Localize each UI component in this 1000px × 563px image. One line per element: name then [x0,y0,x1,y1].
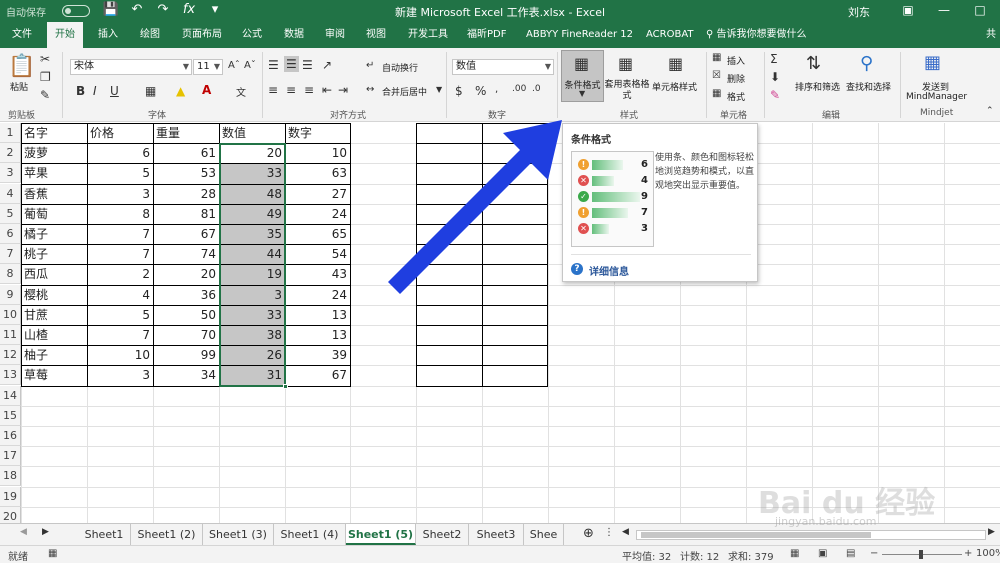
data-bar [592,160,623,170]
sheet-tab[interactable]: Sheet1 (2) [131,524,203,545]
add-sheet-icon[interactable]: ⊕ [583,526,594,541]
zoom-level[interactable]: 100% [976,548,1000,559]
status-average: 平均值: 32 [622,552,672,563]
status-icon: ! [578,207,589,218]
sheet-tab[interactable]: Shee [524,524,564,545]
tooltip-more-info-link[interactable]: 详细信息 [589,263,629,278]
zoom-in-icon[interactable]: + [964,548,972,559]
status-bar: 就绪 ▦ 平均值: 32 计数: 12 求和: 379 ▦ ▣ ▤ − + 10… [0,545,1000,563]
arrow-shape [388,120,562,294]
preview-row: ! 6 [578,158,648,172]
tooltip-preview: ! 6 ✕ 4 ✓ 9! 7 ✕ 3 [571,151,654,247]
preview-value: 9 [641,191,648,202]
data-bar [592,192,640,202]
sheet-tab[interactable]: Sheet2 [416,524,469,545]
preview-row: ! 7 [578,206,648,220]
zoom-slider-thumb[interactable] [919,550,923,559]
hscroll-right-icon[interactable]: ▶ [988,527,995,537]
divider [571,254,751,255]
accessibility-icon[interactable]: ▦ [48,548,57,559]
page-break-view-icon[interactable]: ▤ [846,548,855,559]
status-icon: ✕ [578,223,589,234]
tooltip-description: 使用条、颜色和图标轻松地浏览趋势和模式，以直观地突出显示重要值。 [655,153,755,191]
sheet-tab[interactable]: Sheet1 (5) [346,524,416,545]
status-sum: 求和: 379 [728,552,774,563]
preview-row: ✕ 4 [578,174,648,188]
more-sheets-icon[interactable]: ⋮ [604,527,614,538]
help-icon[interactable]: ? [571,263,583,275]
scroll-right-icon[interactable]: ▶ [42,527,49,537]
status-icon: ✕ [578,175,589,186]
status-count: 计数: 12 [680,552,720,563]
conditional-formatting-tooltip: 条件格式 ! 6 ✕ 4 ✓ 9! 7 ✕ 3 使用条、颜色和图标轻松地浏览趋势和模式，以直观地… [562,123,758,282]
baidu-watermark-url: jingyan.baidu.com [775,515,877,528]
status-mode: 就绪 [8,552,28,563]
preview-value: 4 [641,175,648,186]
zoom-out-icon[interactable]: − [870,548,878,559]
preview-row: ✕ 3 [578,222,648,236]
sheet-tab[interactable]: Sheet3 [469,524,524,545]
status-icon: ✓ [578,191,589,202]
tooltip-title: 条件格式 [571,135,611,146]
preview-row: ✓ 9 [578,190,648,204]
data-bar [592,176,615,186]
horizontal-scrollbar[interactable] [636,530,986,540]
preview-value: 7 [641,207,648,218]
preview-value: 6 [641,159,648,170]
scrollbar-thumb[interactable] [641,532,871,538]
hscroll-left-icon[interactable]: ◀ [622,527,629,537]
data-bar [592,224,609,234]
scroll-left-icon[interactable]: ◀ [20,527,27,537]
data-bar [592,208,629,218]
normal-view-icon[interactable]: ▦ [790,548,799,559]
sheet-tab[interactable]: Sheet1 (4) [274,524,346,545]
sheet-tab[interactable]: Sheet1 (3) [203,524,274,545]
page-layout-view-icon[interactable]: ▣ [818,548,827,559]
sheet-tab[interactable]: Sheet1 [78,524,131,545]
status-icon: ! [578,159,589,170]
preview-value: 3 [641,223,648,234]
